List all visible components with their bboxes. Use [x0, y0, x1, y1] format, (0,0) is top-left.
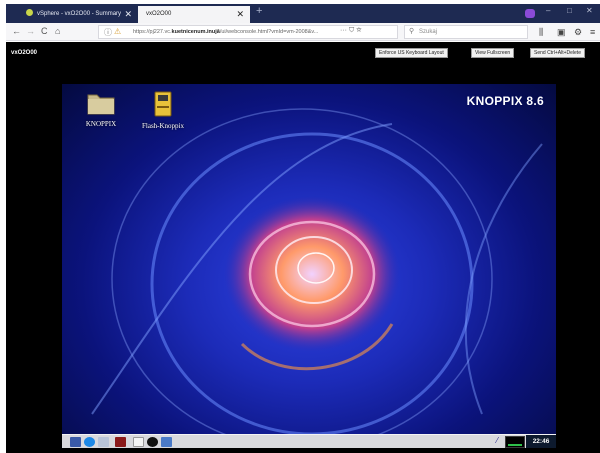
document-icon[interactable] — [133, 437, 144, 447]
maximize-button[interactable]: □ — [567, 6, 572, 15]
back-button[interactable]: ← — [12, 26, 21, 36]
enforce-us-keyboard-button[interactable]: Enforce US Keyboard Layout — [375, 48, 448, 58]
desktop-icon-knoppix[interactable]: KNOPPIX — [66, 90, 136, 128]
terminal-icon[interactable] — [115, 437, 126, 447]
search-input[interactable]: ⚲ Szukaj — [404, 25, 528, 39]
tab-webconsole[interactable]: vxO2O00 ✕ — [138, 6, 250, 23]
close-window-button[interactable]: ✕ — [586, 6, 593, 15]
desktop-icon-label: Flash-Knoppix — [142, 122, 184, 130]
web-console: vxO2O00 Enforce US Keyboard Layout View … — [6, 42, 600, 453]
page-actions-icons[interactable]: ··· ⛉ ☆ — [340, 27, 362, 35]
new-tab-button[interactable]: + — [256, 5, 262, 17]
forward-button[interactable]: → — [26, 26, 35, 36]
taskbar-clock[interactable]: 22:46 — [526, 435, 556, 448]
usb-drive-icon — [154, 91, 172, 117]
close-tab-icon[interactable]: ✕ — [236, 6, 244, 23]
folder-icon — [87, 94, 115, 115]
gear-icon[interactable]: ⚙ — [574, 27, 582, 38]
url-path: /ui/webconsole.html?vmId=vm-2008&v... — [219, 29, 319, 35]
navigation-bar: ← → C ⌂ ⓘ ⚠ https://pj227.vc.kuetnicenum… — [6, 23, 600, 41]
browser-icon[interactable] — [84, 437, 95, 447]
desktop-icon-label: KNOPPIX — [85, 120, 117, 128]
wallpaper-swirl — [91, 108, 543, 448]
library-icon[interactable]: ⫼ — [539, 27, 543, 38]
close-tab-icon[interactable]: ✕ — [124, 6, 132, 23]
search-placeholder: Szukaj — [419, 29, 438, 35]
info-icon[interactable]: ⓘ — [104, 27, 112, 38]
minimize-button[interactable]: – — [546, 6, 550, 15]
tab-vsphere-summary[interactable]: vSphere - vxO2O00 - Summary ✕ — [26, 6, 138, 23]
tab-strip: vSphere - vxO2O00 - Summary ✕ vxO2O00 ✕ … — [6, 4, 600, 23]
files-icon[interactable] — [98, 437, 109, 447]
view-fullscreen-button[interactable]: View Fullscreen — [471, 48, 515, 58]
tab-label: vxO2O00 — [146, 11, 172, 17]
url-host: kuetnicenum.inujā — [171, 29, 220, 35]
guest-desktop[interactable]: KNOPPIX 8.6 KNOPPIX Flash-Knoppix ⁄ 22:4… — [62, 84, 556, 448]
vm-name: vxO2O00 — [11, 50, 38, 56]
home-button[interactable]: ⌂ — [55, 26, 60, 36]
knoppix-brand: KNOPPIX 8.6 — [466, 94, 544, 108]
url-prefix: https://pj227.vc. — [133, 29, 172, 35]
vsphere-favicon-icon — [26, 9, 33, 16]
menu-icon[interactable]: ≡ — [590, 27, 595, 37]
send-ctrl-alt-delete-button[interactable]: Send Ctrl+Alt+Delete — [530, 48, 585, 58]
browser-window: vSphere - vxO2O00 - Summary ✕ vxO2O00 ✕ … — [0, 0, 600, 453]
private-browsing-icon — [525, 9, 535, 18]
network-icon[interactable]: ⁄ — [497, 436, 498, 445]
app-icon[interactable] — [147, 437, 158, 447]
sidebar-icon[interactable]: ▣ — [557, 27, 566, 38]
system-monitor-icon[interactable] — [505, 436, 525, 448]
desktop-icon-flash-knoppix[interactable]: Flash-Knoppix — [128, 90, 198, 130]
taskbar: ⁄ 22:46 — [62, 434, 556, 448]
screen-icon[interactable] — [161, 437, 172, 447]
search-icon: ⚲ — [409, 28, 415, 35]
tab-label: vSphere - vxO2O00 - Summary — [37, 11, 122, 17]
reload-button[interactable]: C — [41, 26, 48, 36]
warning-lock-icon[interactable]: ⚠ — [114, 26, 121, 38]
start-menu-icon[interactable] — [70, 437, 81, 447]
